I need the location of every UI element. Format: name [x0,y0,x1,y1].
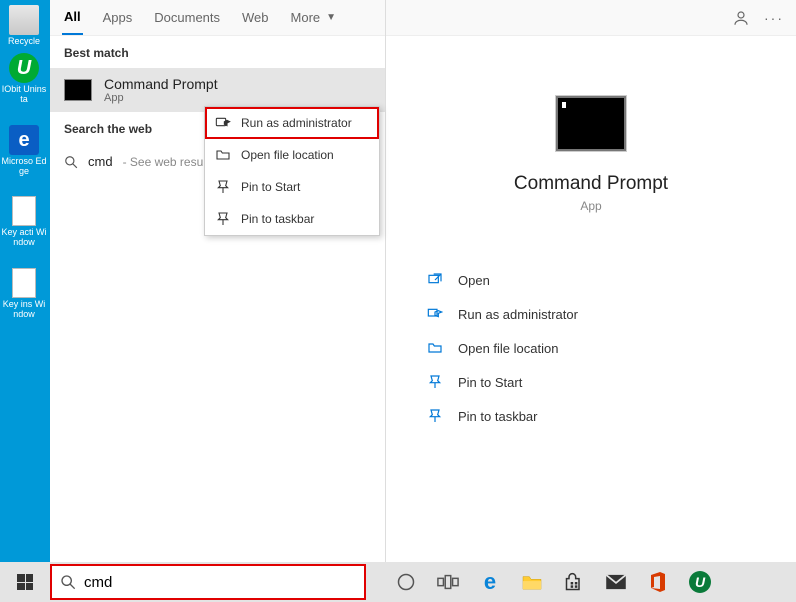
folder-icon [426,339,444,357]
file-explorer-icon[interactable] [520,570,544,594]
windows-icon [17,574,33,590]
action-label: Open [458,273,490,288]
start-button[interactable] [0,562,50,602]
tab-apps[interactable]: Apps [101,1,135,34]
detail-actions: Open Run as administrator Open file loca… [386,263,796,433]
ctx-pin-start[interactable]: Pin to Start [205,171,379,203]
web-hint-text: - See web resul [123,155,206,169]
pin-icon [215,211,231,227]
desktop-icon-label: Key acti Window [1,228,47,248]
detail-title: Command Prompt [386,173,796,195]
admin-shield-icon [426,305,444,323]
edge-browser-icon[interactable]: e [478,570,502,594]
desktop-icon-edge[interactable]: e Microso Edge [0,124,48,178]
pin-icon [426,407,444,425]
desktop-icon-label: Microso Edge [1,157,47,177]
result-detail-panel: ··· Command Prompt App Open Run as admin… [386,0,796,562]
action-label: Pin to Start [458,375,522,390]
tab-web[interactable]: Web [240,1,271,34]
desktop-icon-label: IObit Uninsta [1,85,47,105]
search-icon [60,574,76,590]
action-label: Run as administrator [458,307,578,322]
office-icon[interactable] [646,570,670,594]
pin-icon [426,373,444,391]
desktop-icon-keyins[interactable]: Key ins Window [0,267,48,321]
ctx-run-as-admin[interactable]: Run as administrator [205,107,379,139]
desktop-icon-keyact[interactable]: Key acti Window [0,195,48,249]
action-pin-taskbar[interactable]: Pin to taskbar [426,399,796,433]
action-run-admin[interactable]: Run as administrator [426,297,796,331]
ctx-open-location[interactable]: Open file location [205,139,379,171]
account-icon[interactable] [732,9,750,27]
ctx-item-label: Run as administrator [241,116,352,130]
taskbar: e U [0,562,796,602]
recycle-bin-icon [9,5,39,35]
taskbar-pinned-apps: e U [366,562,712,602]
ctx-item-label: Open file location [241,148,334,162]
action-label: Pin to taskbar [458,409,538,424]
desktop-background: Recycle U IObit Uninsta e Microso Edge K… [0,0,50,562]
desktop-icon-recycle[interactable]: Recycle [0,4,48,48]
action-label: Open file location [458,341,558,356]
action-pin-start[interactable]: Pin to Start [426,365,796,399]
search-icon [64,155,78,169]
chevron-down-icon: ▼ [326,12,336,23]
taskbar-search-box[interactable] [50,564,366,600]
search-input[interactable] [84,574,356,591]
pin-icon [215,179,231,195]
document-icon [12,196,36,226]
more-options-icon[interactable]: ··· [764,10,784,26]
desktop-icon-label: Recycle [1,37,47,47]
desktop-icon-iobit[interactable]: U IObit Uninsta [0,52,48,106]
web-query-text: cmd [88,154,113,169]
open-icon [426,271,444,289]
search-results-panel: All Apps Documents Web More ▼ Best match… [50,0,386,562]
document-icon [12,268,36,298]
store-icon[interactable] [562,570,586,594]
context-menu: Run as administrator Open file location … [204,106,380,236]
ctx-item-label: Pin to taskbar [241,212,314,226]
cortana-icon[interactable] [394,570,418,594]
result-subtitle: App [104,92,218,104]
ctx-item-label: Pin to Start [241,180,300,194]
cmd-prompt-icon [64,79,92,101]
iobit-taskbar-icon[interactable]: U [688,570,712,594]
result-title: Command Prompt [104,76,218,92]
tab-documents[interactable]: Documents [152,1,222,34]
ctx-pin-taskbar[interactable]: Pin to taskbar [205,203,379,235]
cmd-prompt-icon [556,96,626,151]
iobit-icon: U [9,53,39,83]
task-view-icon[interactable] [436,570,460,594]
mail-icon[interactable] [604,570,628,594]
action-open-location[interactable]: Open file location [426,331,796,365]
tab-more[interactable]: More [289,1,323,34]
tab-all[interactable]: All [62,0,83,35]
detail-subtitle: App [386,199,796,213]
search-filter-tabs: All Apps Documents Web More ▼ [50,0,385,36]
admin-shield-icon [215,115,231,131]
folder-icon [215,147,231,163]
edge-icon: e [9,125,39,155]
action-open[interactable]: Open [426,263,796,297]
desktop-icon-label: Key ins Window [1,300,47,320]
best-match-label: Best match [50,36,385,68]
